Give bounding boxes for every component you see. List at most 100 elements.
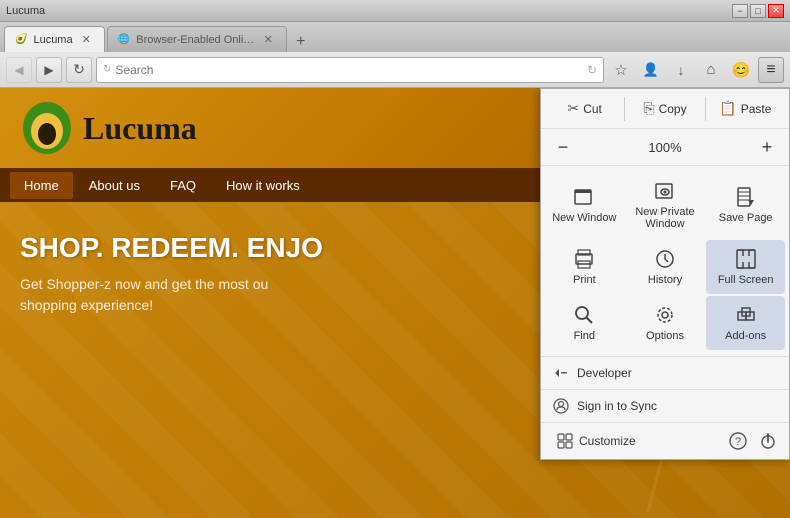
tab-bar: 🥑 Lucuma ✕ 🌐 Browser-Enabled Online Adve… — [0, 22, 790, 52]
title-bar: Lucuma − □ ✕ — [0, 0, 790, 22]
avocado-icon — [20, 101, 75, 156]
svg-text:?: ? — [735, 436, 741, 448]
options-label: Options — [646, 330, 684, 342]
history-icon — [654, 248, 676, 270]
print-icon — [573, 248, 595, 270]
paste-button[interactable]: 📋 Paste — [710, 95, 781, 122]
help-icon: ? — [729, 432, 747, 450]
address-bar[interactable]: ↻ ↻ — [96, 57, 604, 83]
signin-item[interactable]: Sign in to Sync — [541, 390, 789, 423]
cut-button[interactable]: ✂ Cut — [549, 95, 620, 122]
customize-label: Customize — [579, 434, 636, 448]
cut-label: Cut — [583, 102, 602, 116]
bookmark-icon[interactable]: ☆ — [608, 57, 634, 83]
nav-faq[interactable]: FAQ — [156, 172, 210, 199]
print-item[interactable]: Print — [545, 240, 624, 294]
maximize-button[interactable]: □ — [750, 4, 766, 18]
save-page-label: Save Page — [719, 212, 773, 224]
find-icon — [573, 304, 595, 326]
new-private-window-item[interactable]: New Private Window — [626, 172, 705, 238]
addons-label: Add-ons — [725, 330, 766, 342]
lucuma-subtext-line1: Get Shopper-z now and get the most ou — [20, 276, 268, 292]
reader-icon[interactable]: 👤 — [638, 57, 664, 83]
address-refresh-icon: ↻ — [103, 64, 111, 75]
save-page-item[interactable]: Save Page — [706, 172, 785, 238]
forward-button[interactable]: ▶ — [36, 57, 62, 83]
downloads-icon[interactable]: ↓ — [668, 57, 694, 83]
developer-label: Developer — [577, 366, 632, 380]
new-window-item[interactable]: New Window — [545, 172, 624, 238]
options-icon — [654, 304, 676, 326]
zoom-row: − 100% + — [541, 129, 789, 166]
lucuma-title: Lucuma — [83, 110, 197, 147]
print-label: Print — [573, 274, 596, 286]
reload-button[interactable]: ↻ — [66, 57, 92, 83]
close-button[interactable]: ✕ — [768, 4, 784, 18]
tab-close-browser[interactable]: ✕ — [261, 32, 276, 47]
divider-1 — [624, 97, 625, 121]
sync-icon[interactable]: 😊 — [728, 57, 754, 83]
save-page-icon — [735, 186, 757, 208]
nav-right-icons: ☆ 👤 ↓ ⌂ 😊 ≡ — [608, 57, 784, 83]
nav-home[interactable]: Home — [10, 172, 73, 199]
new-private-window-label: New Private Window — [630, 206, 701, 230]
cut-icon: ✂ — [567, 100, 579, 117]
copy-label: Copy — [659, 102, 687, 116]
window-title: Lucuma — [6, 5, 45, 17]
paste-icon: 📋 — [719, 100, 736, 117]
full-screen-item[interactable]: Full Screen — [706, 240, 785, 294]
home-icon[interactable]: ⌂ — [698, 57, 724, 83]
menu-bottom-row: Customize ? — [541, 423, 789, 459]
tab-browser-ad[interactable]: 🌐 Browser-Enabled Online Advert... ✕ — [107, 26, 287, 52]
copy-icon: ⎘ — [643, 100, 654, 117]
zoom-minus-button[interactable]: − — [549, 133, 577, 161]
site-content: Lucuma Home About us FAQ How it works SH… — [0, 88, 790, 518]
new-window-label: New Window — [552, 212, 616, 224]
tab-close-lucuma[interactable]: ✕ — [79, 32, 94, 47]
cut-copy-paste-row: ✂ Cut ⎘ Copy 📋 Paste — [541, 89, 789, 129]
minimize-button[interactable]: − — [732, 4, 748, 18]
lucuma-logo: Lucuma — [20, 101, 197, 156]
new-tab-button[interactable]: + — [289, 32, 313, 52]
signin-icon — [553, 398, 569, 414]
zoom-value: 100% — [585, 140, 745, 155]
developer-item[interactable]: Developer — [541, 357, 789, 390]
help-button[interactable]: ? — [725, 428, 751, 454]
full-screen-label: Full Screen — [718, 274, 774, 286]
divider-2 — [705, 97, 706, 121]
full-screen-icon — [735, 248, 757, 270]
tab-label-2: Browser-Enabled Online Advert... — [136, 34, 254, 46]
new-window-icon — [573, 186, 595, 208]
addons-item[interactable]: Add-ons — [706, 296, 785, 350]
nav-bar: ◀ ▶ ↻ ↻ ↻ ☆ 👤 ↓ ⌂ 😊 ≡ — [0, 52, 790, 88]
customize-icon — [557, 433, 573, 449]
firefox-menu: ✂ Cut ⎘ Copy 📋 Paste − 100% + — [540, 88, 790, 460]
address-input[interactable] — [115, 63, 583, 77]
copy-button[interactable]: ⎘ Copy — [629, 95, 700, 122]
back-button[interactable]: ◀ — [6, 57, 32, 83]
refresh-icon[interactable]: ↻ — [587, 63, 597, 77]
find-label: Find — [574, 330, 595, 342]
zoom-plus-button[interactable]: + — [753, 133, 781, 161]
nav-about[interactable]: About us — [75, 172, 154, 199]
tab-label: Lucuma — [33, 34, 72, 46]
find-item[interactable]: Find — [545, 296, 624, 350]
menu-button[interactable]: ≡ — [758, 57, 784, 83]
history-item[interactable]: History — [626, 240, 705, 294]
lucuma-subtext: Get Shopper-z now and get the most ou sh… — [20, 274, 420, 316]
address-icons: ↻ — [587, 63, 597, 77]
addons-icon — [735, 304, 757, 326]
new-private-window-icon — [654, 180, 676, 202]
paste-label: Paste — [741, 102, 772, 116]
signin-label: Sign in to Sync — [577, 399, 657, 413]
menu-grid: New Window New Private Window — [541, 166, 789, 357]
lucuma-subtext-line2: shopping experience! — [20, 297, 153, 313]
window-controls: − □ ✕ — [732, 4, 784, 18]
nav-how[interactable]: How it works — [212, 172, 314, 199]
power-button[interactable] — [755, 428, 781, 454]
power-icon — [759, 432, 777, 450]
history-label: History — [648, 274, 682, 286]
tab-lucuma[interactable]: 🥑 Lucuma ✕ — [4, 26, 105, 52]
customize-item[interactable]: Customize — [549, 427, 721, 455]
options-item[interactable]: Options — [626, 296, 705, 350]
